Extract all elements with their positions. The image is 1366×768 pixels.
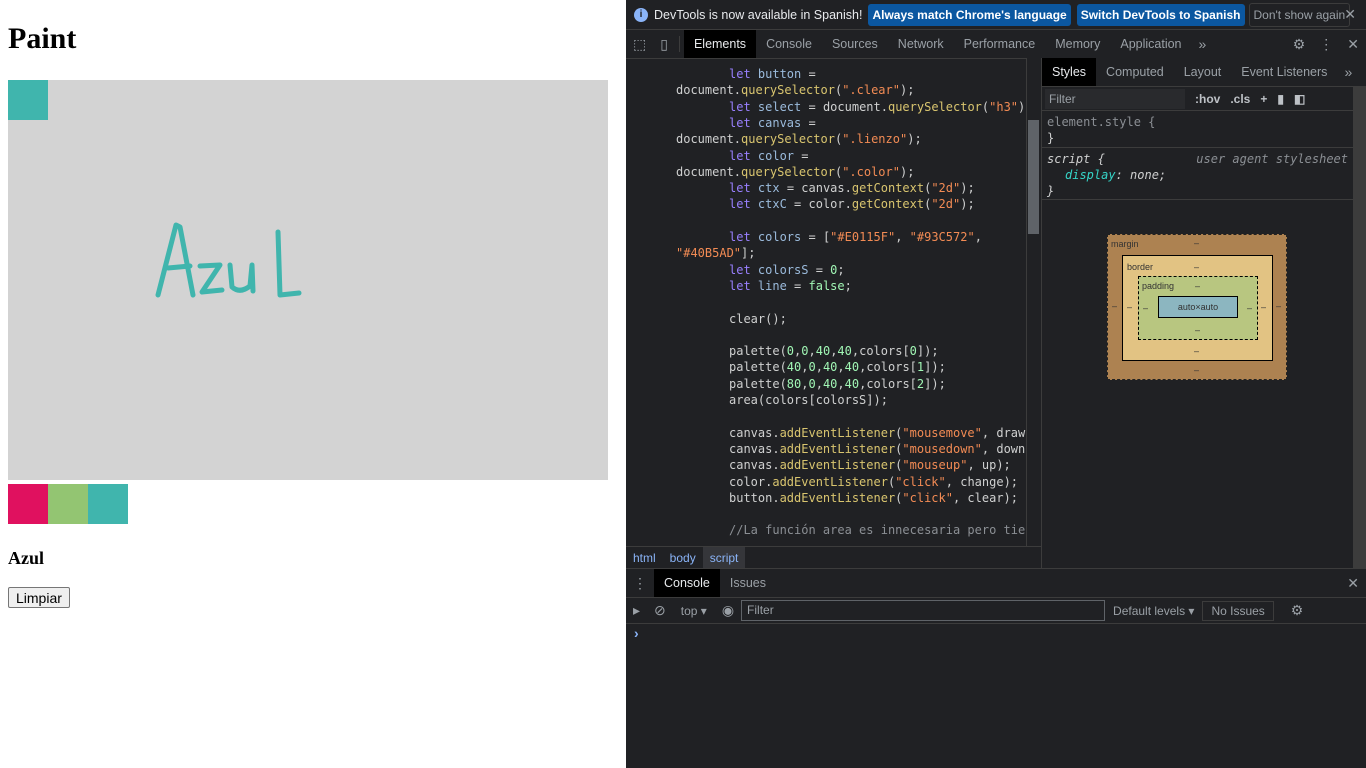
dont-show-again-button[interactable]: Don't show again: [1248, 2, 1351, 27]
code-line[interactable]: let ctxC = color.getContext("2d");: [729, 196, 975, 212]
code-line[interactable]: color.addEventListener("click", change);: [729, 474, 1018, 490]
box-model-diagram: margin – – – – border – – – – padding – …: [1107, 234, 1287, 380]
code-scrollbar[interactable]: [1026, 58, 1040, 546]
palette-color-red[interactable]: [8, 484, 48, 524]
tab-layout[interactable]: Layout: [1174, 58, 1232, 86]
breadcrumb-script[interactable]: script: [702, 547, 746, 568]
code-line[interactable]: palette(0,0,40,40,colors[0]);: [729, 343, 939, 359]
switch-spanish-button[interactable]: Switch DevTools to Spanish: [1076, 3, 1245, 26]
drawn-text-azul: [155, 222, 302, 298]
palette-color-green[interactable]: [48, 484, 88, 524]
page-title: Paint: [8, 22, 77, 55]
add-rule-icon[interactable]: +: [1260, 92, 1267, 106]
code-line[interactable]: area(colors[colorsS]);: [729, 392, 888, 408]
color-palette[interactable]: [8, 484, 128, 524]
paint-brush-icon[interactable]: ▮: [1277, 92, 1284, 106]
drawer-tab-issues[interactable]: Issues: [720, 569, 776, 597]
code-line[interactable]: let line = false;: [729, 278, 852, 294]
device-toggle-icon[interactable]: ▯: [653, 36, 675, 53]
console-prompt[interactable]: ›: [634, 625, 639, 641]
drawing-canvas[interactable]: [8, 80, 608, 480]
code-line[interactable]: let button =: [729, 66, 816, 82]
page: Paint Azul Limpiar: [0, 0, 626, 768]
code-line[interactable]: palette(40,0,40,40,colors[1]);: [729, 359, 946, 375]
breadcrumb: html body script: [626, 546, 1041, 568]
code-line[interactable]: canvas.addEventListener("mousedown", dow…: [729, 441, 1026, 457]
code-line[interactable]: //La función area es innecesaria pero ti…: [729, 522, 1026, 538]
code-line[interactable]: document.querySelector(".color");: [676, 164, 914, 180]
tab-computed[interactable]: Computed: [1096, 58, 1174, 86]
element-style-rule: element.style { }: [1042, 111, 1353, 148]
clear-button[interactable]: Limpiar: [8, 587, 70, 608]
tab-application[interactable]: Application: [1110, 30, 1191, 58]
code-line[interactable]: let colorsS = 0;: [729, 262, 845, 278]
code-line[interactable]: let select = document.querySelector("h3"…: [729, 99, 1026, 115]
toggle-sidebar-icon[interactable]: ◧: [1294, 92, 1305, 106]
code-line[interactable]: "#40B5AD"];: [676, 245, 755, 261]
styles-pane: Styles Computed Layout Event Listeners »…: [1041, 58, 1366, 568]
console-toolbar: ▸ ⊘ top ▾ ◉ Filter Default levels ▾ No I…: [626, 597, 1366, 624]
clear-console-icon[interactable]: ⊘: [647, 602, 673, 619]
code-line[interactable]: let canvas =: [729, 115, 816, 131]
breadcrumb-body[interactable]: body: [663, 547, 703, 568]
tab-styles[interactable]: Styles: [1042, 58, 1097, 86]
code-line[interactable]: let colors = ["#E0115F", "#93C572",: [729, 229, 982, 245]
code-line[interactable]: let color =: [729, 148, 808, 164]
hov-toggle[interactable]: :hov: [1195, 92, 1220, 106]
drawer-tab-console[interactable]: Console: [654, 569, 720, 597]
sidebar-toggle-icon[interactable]: ▸: [626, 602, 647, 619]
match-language-button[interactable]: Always match Chrome's language: [868, 3, 1071, 26]
code-line[interactable]: canvas.addEventListener("mousemove", dra…: [729, 425, 1026, 441]
eye-icon[interactable]: ◉: [715, 602, 741, 619]
tab-network[interactable]: Network: [888, 30, 954, 58]
infobar-message: DevTools is now available in Spanish!: [654, 7, 863, 22]
styles-filter-bar: Filter :hov .cls + ▮ ◧: [1042, 86, 1353, 111]
devtools-tabbar: ⬚ ▯ Elements Console Sources Network Per…: [626, 30, 1366, 58]
console-filter-input[interactable]: Filter: [741, 600, 1106, 621]
styles-scrollbar[interactable]: [1353, 86, 1366, 568]
close-icon[interactable]: ✕: [1344, 6, 1356, 23]
inspect-element-icon[interactable]: ⬚: [626, 36, 653, 53]
breadcrumb-html[interactable]: html: [626, 547, 663, 568]
code-line[interactable]: clear();: [729, 311, 787, 327]
console-drawer: ⋮ Console Issues ✕ ▸ ⊘ top ▾ ◉ Filter De…: [626, 568, 1366, 768]
tab-sources[interactable]: Sources: [822, 30, 888, 58]
tab-console[interactable]: Console: [756, 30, 822, 58]
code-line[interactable]: document.querySelector(".clear");: [676, 82, 914, 98]
close-devtools-icon[interactable]: ✕: [1340, 36, 1366, 53]
code-line[interactable]: let ctx = canvas.getContext("2d");: [729, 180, 975, 196]
info-icon: i: [634, 7, 648, 22]
tab-event-listeners[interactable]: Event Listeners: [1231, 58, 1337, 86]
issues-button[interactable]: No Issues: [1202, 600, 1274, 621]
tab-memory[interactable]: Memory: [1045, 30, 1110, 58]
log-levels-select[interactable]: Default levels ▾: [1113, 604, 1194, 618]
gear-icon[interactable]: ⚙: [1286, 36, 1313, 53]
tab-performance[interactable]: Performance: [954, 30, 1046, 58]
styles-filter-input[interactable]: Filter: [1045, 88, 1185, 109]
more-tabs-icon[interactable]: »: [1192, 36, 1214, 52]
devtools-panel: i DevTools is now available in Spanish! …: [626, 0, 1366, 768]
elements-code-view[interactable]: let button = document.querySelector(".cle…: [626, 58, 1026, 546]
tab-elements[interactable]: Elements: [683, 30, 757, 58]
palette-color-teal[interactable]: [88, 484, 128, 524]
code-line[interactable]: button.addEventListener("click", clear);: [729, 490, 1018, 506]
script-rule: script {user agent stylesheet display: n…: [1042, 148, 1353, 200]
language-infobar: i DevTools is now available in Spanish! …: [626, 0, 1366, 30]
context-select[interactable]: top ▾: [681, 604, 707, 618]
more-options-icon[interactable]: ⋮: [1312, 36, 1340, 53]
more-tabs-icon[interactable]: »: [1337, 64, 1359, 80]
code-line[interactable]: document.querySelector(".lienzo");: [676, 131, 922, 147]
cls-toggle[interactable]: .cls: [1230, 92, 1250, 106]
console-settings-icon[interactable]: ⚙: [1284, 602, 1311, 619]
code-line[interactable]: palette(80,0,40,40,colors[2]);: [729, 376, 946, 392]
drawer-menu-icon[interactable]: ⋮: [626, 575, 654, 592]
close-drawer-icon[interactable]: ✕: [1340, 575, 1366, 592]
code-line[interactable]: canvas.addEventListener("mouseup", up);: [729, 457, 1011, 473]
selected-color-label: Azul: [8, 548, 44, 568]
